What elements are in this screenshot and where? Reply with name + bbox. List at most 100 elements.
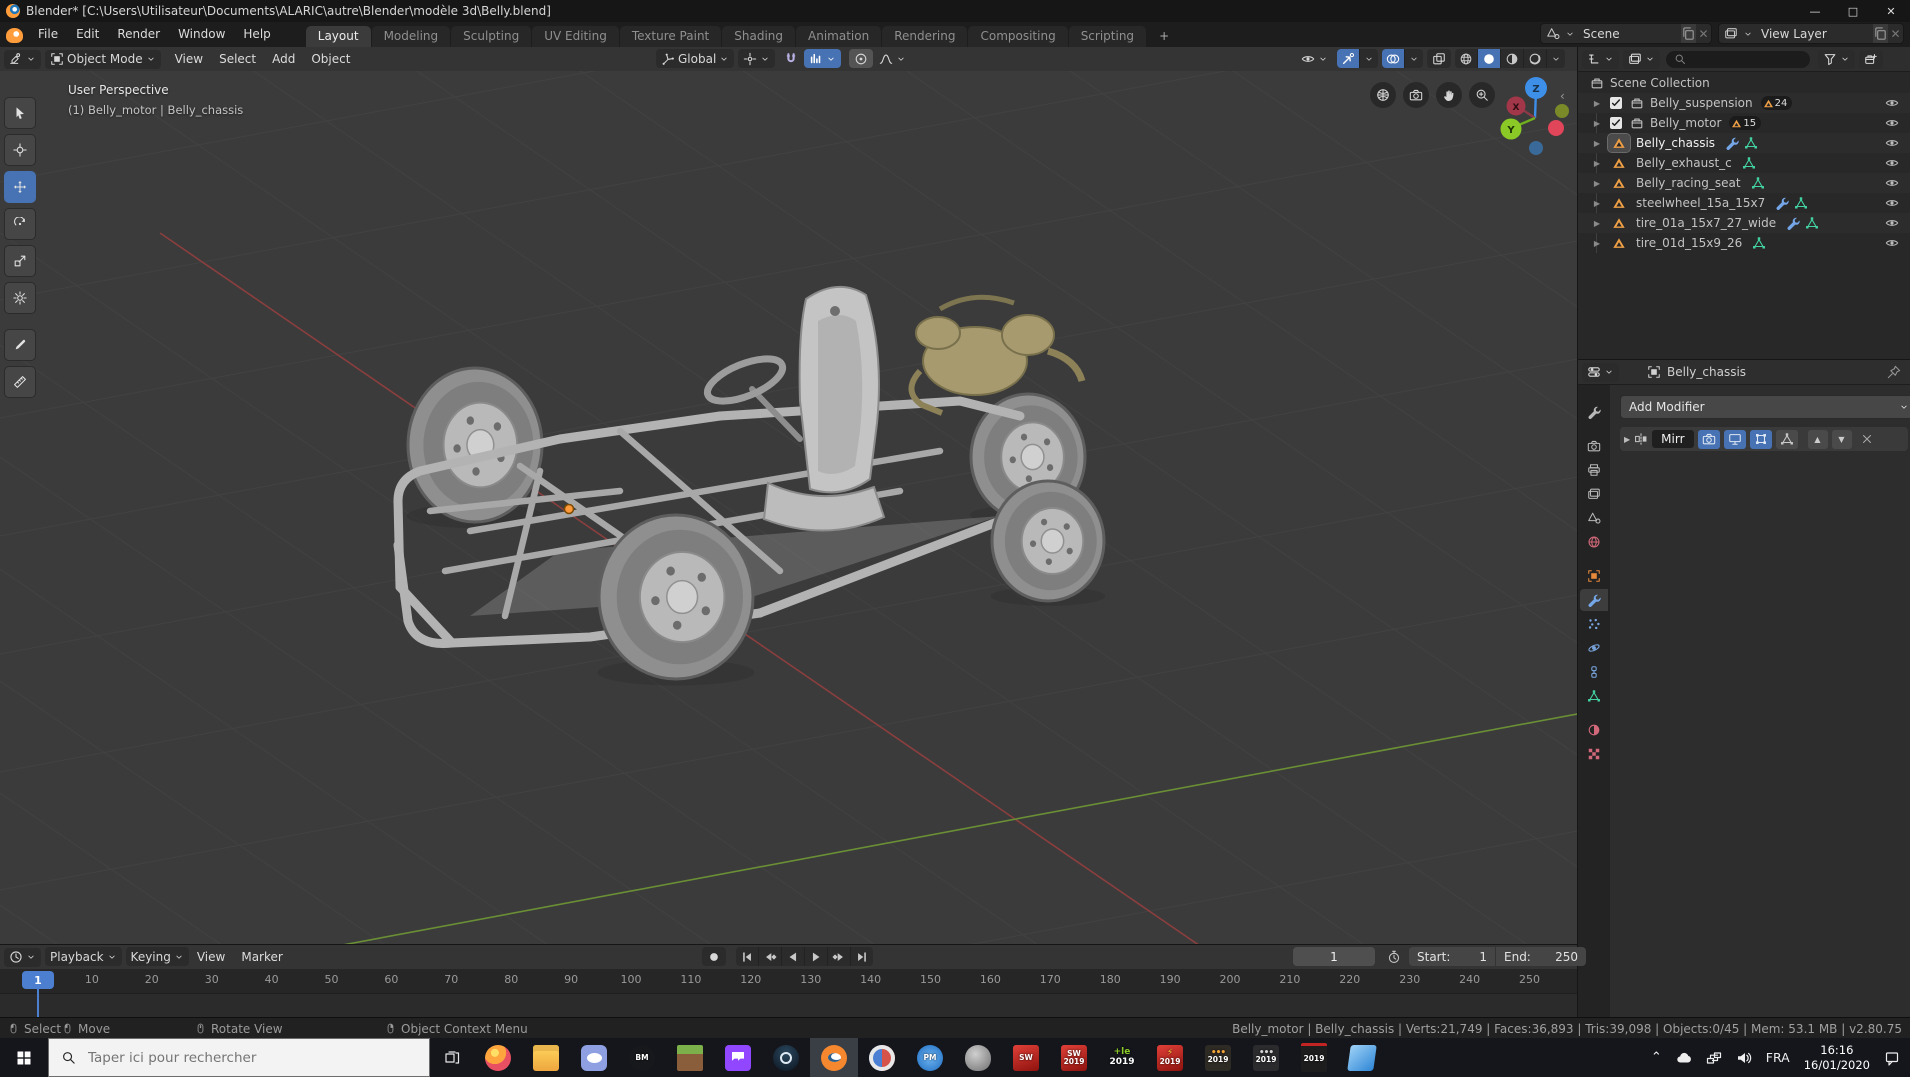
blender-app-icon[interactable] bbox=[6, 28, 23, 43]
3d-viewport[interactable]: User Perspective (1) Belly_motor | Belly… bbox=[0, 71, 1577, 944]
hide-in-viewport-toggle[interactable] bbox=[1885, 116, 1899, 130]
taskbar-app-minecraft[interactable] bbox=[666, 1038, 714, 1077]
timeline-menu-marker[interactable]: Marker bbox=[233, 947, 290, 967]
properties-tab-physics[interactable] bbox=[1580, 637, 1608, 659]
workspace-tab-rendering[interactable]: Rendering bbox=[882, 26, 967, 47]
taskbar-app-firefox[interactable] bbox=[474, 1038, 522, 1077]
workspace-tab-sculpting[interactable]: Sculpting bbox=[451, 26, 531, 47]
add-workspace-button[interactable]: + bbox=[1147, 26, 1181, 47]
properties-tab-material[interactable] bbox=[1580, 719, 1608, 741]
shading-material-button[interactable] bbox=[1501, 49, 1524, 68]
wheel[interactable] bbox=[991, 481, 1105, 606]
menu-help[interactable]: Help bbox=[234, 23, 279, 47]
expand-arrow-icon[interactable]: ▶ bbox=[1592, 239, 1602, 248]
properties-editor-type-button[interactable] bbox=[1582, 363, 1619, 382]
properties-tab-object-data[interactable] bbox=[1580, 685, 1608, 707]
properties-tab-particles[interactable] bbox=[1580, 613, 1608, 635]
timeline-tracks[interactable] bbox=[0, 993, 1577, 1019]
properties-tab-constraints[interactable] bbox=[1580, 661, 1608, 683]
taskbar-app-emulator[interactable]: PM bbox=[906, 1038, 954, 1077]
outliner-row[interactable]: ▶Belly_suspension24 bbox=[1578, 93, 1910, 113]
expand-arrow-icon[interactable]: ▶ bbox=[1592, 179, 1602, 188]
tool-scale-button[interactable] bbox=[4, 245, 36, 277]
start-button[interactable] bbox=[0, 1038, 48, 1077]
taskbar-app-bm[interactable]: BM bbox=[618, 1038, 666, 1077]
shading-rendered-button[interactable] bbox=[1524, 49, 1547, 68]
outliner-display-mode-dropdown[interactable] bbox=[1623, 50, 1660, 69]
tool-measure-button[interactable] bbox=[4, 366, 36, 398]
properties-tab-texture[interactable] bbox=[1580, 743, 1608, 765]
wheel[interactable] bbox=[597, 515, 754, 686]
workspace-tab-layout[interactable]: Layout bbox=[306, 26, 371, 47]
taskbar-app-sw-gray[interactable]: 2019 bbox=[1242, 1038, 1290, 1077]
shading-dropdown[interactable] bbox=[1547, 49, 1565, 68]
tool-transform-button[interactable] bbox=[4, 282, 36, 314]
proportional-falloff-dropdown[interactable] bbox=[874, 49, 911, 68]
taskbar-app-steam[interactable] bbox=[762, 1038, 810, 1077]
new-view-layer-icon[interactable] bbox=[1873, 24, 1888, 43]
editor-type-button[interactable] bbox=[4, 50, 41, 69]
taskbar-clock[interactable]: 16:16 16/01/2020 bbox=[1804, 1043, 1870, 1073]
proportional-editing-toggle[interactable] bbox=[849, 49, 873, 68]
volume-icon[interactable] bbox=[1736, 1050, 1752, 1066]
play-button[interactable] bbox=[805, 947, 828, 966]
axis-neg-x-dot[interactable] bbox=[1548, 120, 1564, 136]
modifier-render-toggle[interactable] bbox=[1698, 430, 1720, 449]
properties-tab-modifiers[interactable] bbox=[1580, 589, 1608, 611]
onedrive-icon[interactable] bbox=[1676, 1050, 1692, 1066]
language-indicator[interactable]: FRA bbox=[1766, 1050, 1790, 1065]
hide-in-viewport-toggle[interactable] bbox=[1885, 136, 1899, 150]
pan-view-button[interactable] bbox=[1436, 82, 1462, 108]
object-visibility-dropdown[interactable] bbox=[1296, 49, 1333, 68]
tool-annotate-button[interactable] bbox=[4, 329, 36, 361]
show-overlays-toggle[interactable] bbox=[1382, 49, 1405, 68]
taskbar-app-sw-flow[interactable]: 2019 bbox=[1146, 1038, 1194, 1077]
taskbar-app-solidworks[interactable]: SW bbox=[1002, 1038, 1050, 1077]
network-icon[interactable] bbox=[1706, 1050, 1722, 1066]
modifier-cage-toggle[interactable] bbox=[1776, 430, 1798, 449]
minimize-button[interactable]: — bbox=[1796, 0, 1834, 22]
modifier-editmode-toggle[interactable] bbox=[1750, 430, 1772, 449]
hide-in-viewport-toggle[interactable] bbox=[1885, 96, 1899, 110]
snap-toggle[interactable] bbox=[779, 49, 803, 68]
viewport-menu-add[interactable]: Add bbox=[264, 49, 303, 69]
properties-tab-render[interactable] bbox=[1580, 435, 1608, 457]
overlays-dropdown[interactable] bbox=[1405, 49, 1423, 68]
expand-arrow-icon[interactable]: ▶ bbox=[1592, 139, 1602, 148]
axis-neg-z-dot[interactable] bbox=[1529, 141, 1543, 155]
properties-tab-view-layer[interactable] bbox=[1580, 483, 1608, 505]
timeline-ruler[interactable]: 1 10203040506070809010011012013014015016… bbox=[0, 969, 1577, 993]
new-scene-icon[interactable] bbox=[1681, 24, 1696, 43]
timeline-menu-view[interactable]: View bbox=[189, 947, 233, 967]
workspace-tab-uv-editing[interactable]: UV Editing bbox=[532, 26, 619, 47]
modifier-move-down-button[interactable]: ▼ bbox=[1832, 430, 1852, 449]
start-frame-field[interactable]: Start: 1 bbox=[1409, 947, 1495, 966]
taskbar-app-twitch[interactable] bbox=[714, 1038, 762, 1077]
tray-expand-icon[interactable]: ⌃ bbox=[1651, 1050, 1662, 1065]
next-keyframe-button[interactable] bbox=[828, 947, 851, 966]
end-frame-field[interactable]: End: 250 bbox=[1495, 947, 1586, 966]
viewport-menu-select[interactable]: Select bbox=[211, 49, 264, 69]
modifier-realtime-toggle[interactable] bbox=[1724, 430, 1746, 449]
timeline-menu-keying[interactable]: Keying bbox=[126, 947, 189, 966]
outliner-row[interactable]: ▶Belly_racing_seat bbox=[1578, 173, 1910, 193]
tool-cursor-button[interactable] bbox=[4, 134, 36, 166]
taskbar-search[interactable] bbox=[48, 1038, 430, 1077]
expand-modifier-icon[interactable]: ▶ bbox=[1624, 435, 1630, 444]
outliner-filter-dropdown[interactable] bbox=[1818, 50, 1855, 69]
hide-in-viewport-toggle[interactable] bbox=[1885, 216, 1899, 230]
taskbar-app-discord[interactable] bbox=[570, 1038, 618, 1077]
camera-view-button[interactable] bbox=[1403, 82, 1429, 108]
current-frame-field[interactable]: 1 bbox=[1293, 947, 1375, 966]
tool-rotate-button[interactable] bbox=[4, 208, 36, 240]
properties-tab-tool[interactable] bbox=[1580, 401, 1608, 423]
menu-edit[interactable]: Edit bbox=[67, 23, 108, 47]
expand-arrow-icon[interactable]: ▶ bbox=[1592, 159, 1602, 168]
outliner-row[interactable]: ▶tire_01a_15x7_27_wide bbox=[1578, 213, 1910, 233]
action-center-icon[interactable] bbox=[1884, 1050, 1900, 1066]
taskbar-app-capture[interactable] bbox=[858, 1038, 906, 1077]
shading-wireframe-button[interactable] bbox=[1455, 49, 1478, 68]
hide-in-viewport-toggle[interactable] bbox=[1885, 176, 1899, 190]
transform-orientation-dropdown[interactable]: Global bbox=[656, 49, 734, 68]
collection-checkbox[interactable] bbox=[1610, 117, 1622, 129]
